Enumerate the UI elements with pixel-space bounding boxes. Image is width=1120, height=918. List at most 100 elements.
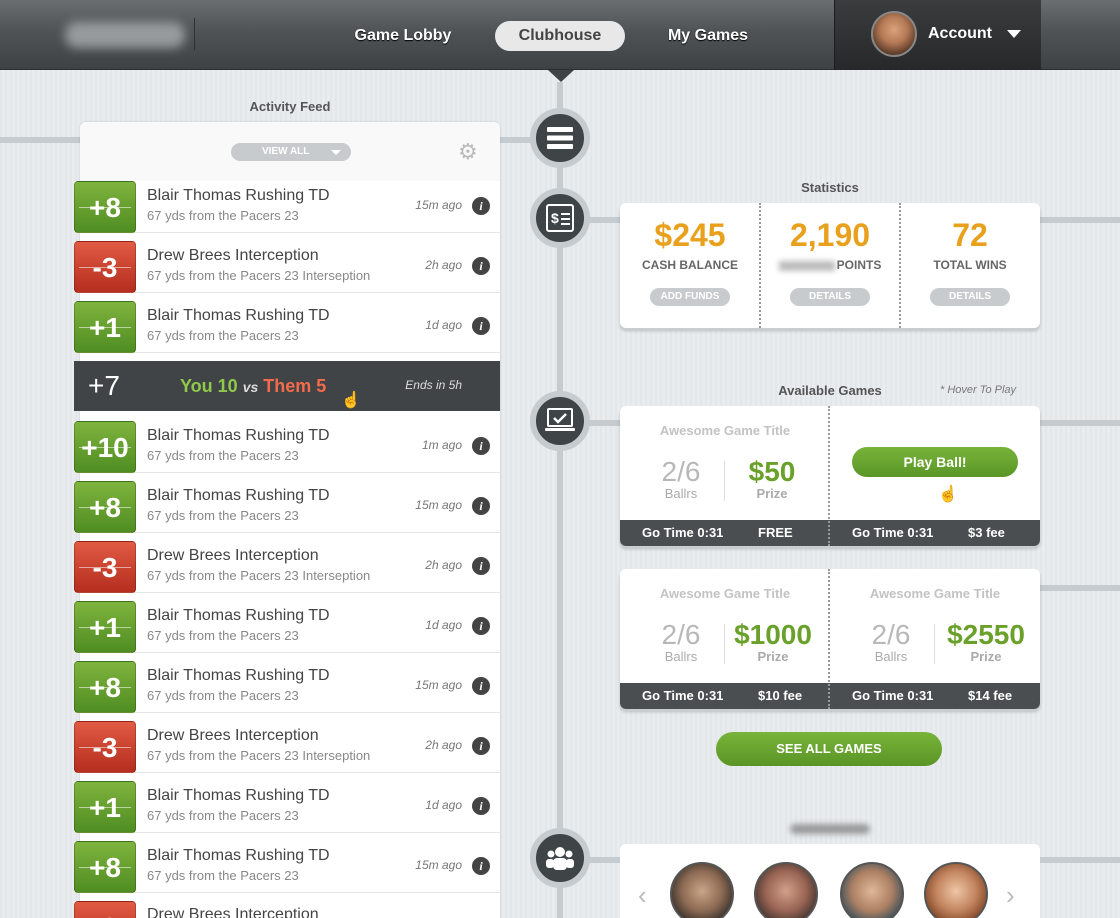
feed-item-title: Blair Thomas Rushing TD: [147, 787, 330, 804]
info-icon[interactable]: i: [472, 857, 490, 875]
avatar[interactable]: [871, 11, 917, 57]
stat-label-row: POINTS: [760, 258, 900, 272]
info-icon[interactable]: i: [472, 497, 490, 515]
feed-item-subtitle: 67 yds from the Pacers 23 Interseption: [147, 748, 371, 763]
feed-item[interactable]: +1 Blair Thomas Rushing TD 67 yds from t…: [74, 301, 500, 353]
feed-item-time: 15m ago: [415, 198, 462, 212]
feed-item[interactable]: +1 Blair Thomas Rushing TD 67 yds from t…: [74, 601, 500, 653]
game-card: Awesome Game Title 2/6 Ballrs $1000 Prize …: [620, 569, 1040, 709]
chevron-left-icon[interactable]: ‹: [638, 880, 647, 911]
info-icon[interactable]: i: [472, 257, 490, 275]
feed-item-time: 1d ago: [425, 618, 462, 632]
info-icon[interactable]: i: [472, 437, 490, 455]
feed-item[interactable]: -3 Drew Brees Interception: [74, 901, 500, 918]
friend-avatar[interactable]: [924, 862, 988, 918]
divider: [724, 461, 725, 501]
statistics-receipt-icon: $: [530, 188, 590, 248]
chevron-down-icon[interactable]: [1007, 30, 1021, 38]
feed-item[interactable]: +8 Blair Thomas Rushing TD 67 yds from t…: [74, 841, 500, 893]
info-icon[interactable]: i: [472, 617, 490, 635]
timeline-connector: [1040, 857, 1120, 863]
feed-item[interactable]: +1 Blair Thomas Rushing TD 67 yds from t…: [74, 781, 500, 833]
stat-label: TOTAL WINS: [933, 258, 1007, 272]
friends-group-icon: [530, 828, 590, 888]
game-prize: $1000 Prize: [730, 619, 816, 664]
points-details-button[interactable]: DETAILS: [790, 288, 870, 306]
games-laptop-icon: [530, 391, 590, 451]
divider: [934, 624, 935, 664]
timeline-connector: [0, 137, 80, 143]
stat-points: 2,190 POINTS DETAILS: [760, 203, 900, 328]
game-tile-hovered[interactable]: Play Ball! Go Time 0:31 $3 fee: [830, 406, 1040, 546]
activity-feed-title: Activity Feed: [249, 99, 331, 114]
wins-details-button[interactable]: DETAILS: [930, 288, 1010, 306]
divider: [724, 624, 725, 664]
game-fee: $3 fee: [968, 525, 1005, 540]
account-menu[interactable]: Account: [834, 0, 1041, 70]
active-tab-pointer: [548, 70, 574, 82]
game-slots: 2/6 Ballrs: [656, 619, 706, 664]
view-all-dropdown[interactable]: VIEW ALL: [231, 143, 351, 161]
feed-item-subtitle: 67 yds from the Pacers 23 Interseption: [147, 268, 371, 283]
chevron-right-icon[interactable]: ›: [1006, 880, 1015, 911]
score-badge: +1: [74, 301, 136, 353]
timeline-connector: [585, 217, 625, 223]
matchup-text: You 10 vs Them 5: [180, 376, 326, 397]
game-tile[interactable]: Awesome Game Title 2/6 Ballrs $2550 Prize …: [830, 569, 1040, 709]
game-fee: $10 fee: [758, 688, 803, 703]
matchup-score: +7: [88, 370, 120, 401]
info-icon[interactable]: i: [472, 737, 490, 755]
play-ball-button[interactable]: Play Ball!: [852, 447, 1018, 477]
stat-value: 2,190: [789, 217, 871, 253]
stat-label: CASH BALANCE: [642, 258, 738, 272]
feed-item[interactable]: +8 Blair Thomas Rushing TD 67 yds from t…: [74, 481, 500, 533]
nav-game-lobby[interactable]: Game Lobby: [345, 21, 461, 51]
game-prize-value: $50: [748, 456, 796, 487]
nav-my-games[interactable]: My Games: [655, 21, 761, 51]
game-go-time: Go Time 0:31: [642, 688, 724, 703]
add-funds-button[interactable]: ADD FUNDS: [650, 288, 730, 306]
feed-item-time: 2h ago: [425, 738, 462, 752]
feed-item[interactable]: -3 Drew Brees Interception 67 yds from t…: [74, 241, 500, 293]
feed-item[interactable]: +8 Blair Thomas Rushing TD 67 yds from t…: [74, 181, 500, 233]
game-prize-value: $1000: [734, 619, 812, 650]
gear-icon[interactable]: ⚙: [458, 141, 478, 163]
feed-item[interactable]: -3 Drew Brees Interception 67 yds from t…: [74, 721, 500, 773]
game-prize: $50 Prize: [732, 456, 812, 501]
game-footer: Go Time 0:31 $10 fee: [620, 683, 830, 709]
feed-item-subtitle: 67 yds from the Pacers 23: [147, 328, 299, 343]
pointer-cursor-icon: ☝: [938, 486, 958, 503]
feed-item[interactable]: -3 Drew Brees Interception 67 yds from t…: [74, 541, 500, 593]
info-icon[interactable]: i: [472, 197, 490, 215]
score-badge: -3: [74, 541, 136, 593]
nav-clubhouse[interactable]: Clubhouse: [495, 21, 625, 51]
score-badge: +8: [74, 181, 136, 233]
logo[interactable]: [55, 18, 195, 50]
game-tile[interactable]: Awesome Game Title 2/6 Ballrs $50 Prize Go…: [620, 406, 830, 546]
info-icon[interactable]: i: [472, 797, 490, 815]
info-icon[interactable]: i: [472, 677, 490, 695]
game-card: Awesome Game Title 2/6 Ballrs $50 Prize Go…: [620, 406, 1040, 546]
game-tile[interactable]: Awesome Game Title 2/6 Ballrs $1000 Prize …: [620, 569, 830, 709]
feed-item[interactable]: +10 Blair Thomas Rushing TD 67 yds from …: [74, 421, 500, 473]
timeline-connector: [1040, 217, 1120, 223]
feed-item[interactable]: +8 Blair Thomas Rushing TD 67 yds from t…: [74, 661, 500, 713]
feed-item-time: 1m ago: [421, 438, 462, 452]
statistics-card: $245 CASH BALANCE ADD FUNDS 2,190 POINTS…: [620, 203, 1040, 328]
feed-item-title: Blair Thomas Rushing TD: [147, 307, 330, 324]
see-all-games-button[interactable]: SEE ALL GAMES: [716, 732, 942, 766]
friend-avatar[interactable]: [840, 862, 904, 918]
matchup-you: You 10: [180, 376, 238, 396]
feed-item-title: Blair Thomas Rushing TD: [147, 487, 330, 504]
feed-item-title: Drew Brees Interception: [147, 547, 319, 564]
game-slots: 2/6 Ballrs: [656, 456, 706, 501]
stat-cash-balance: $245 CASH BALANCE ADD FUNDS: [620, 203, 760, 328]
blurred-section-title: [790, 824, 870, 834]
matchup-row[interactable]: +7 You 10 vs Them 5 Ends in 5h: [74, 361, 500, 411]
stat-value: 72: [952, 217, 988, 253]
game-slots: 2/6 Ballrs: [866, 619, 916, 664]
friend-avatar[interactable]: [670, 862, 734, 918]
info-icon[interactable]: i: [472, 557, 490, 575]
info-icon[interactable]: i: [472, 317, 490, 335]
friend-avatar[interactable]: [754, 862, 818, 918]
